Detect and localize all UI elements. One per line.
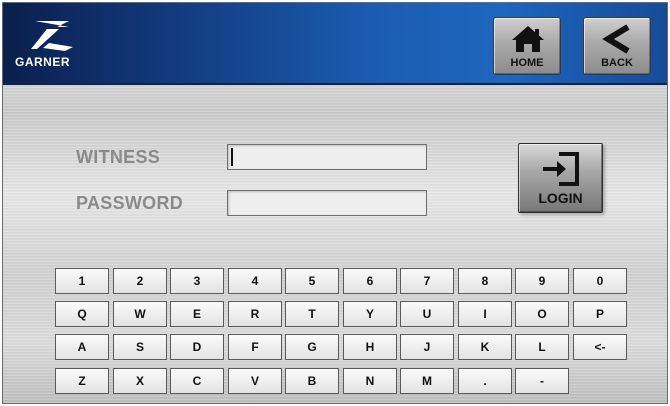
key-t[interactable]: T [285,301,339,327]
password-field[interactable] [227,190,427,216]
key-dash[interactable]: - [515,368,569,394]
chevron-left-icon [584,24,650,54]
key-v[interactable]: V [228,368,282,394]
key-w[interactable]: W [113,301,167,327]
key-o[interactable]: O [515,301,569,327]
login-label: LOGIN [538,190,583,206]
key-7[interactable]: 7 [400,268,454,294]
key-period[interactable]: . [458,368,512,394]
password-label: PASSWORD [76,193,184,213]
key-l[interactable]: L [515,334,569,360]
key-s[interactable]: S [113,334,167,360]
key-r[interactable]: R [228,301,282,327]
key-i[interactable]: I [458,301,512,327]
key-5[interactable]: 5 [285,268,339,294]
key-6[interactable]: 6 [343,268,397,294]
home-label: HOME [510,57,544,69]
key-9[interactable]: 9 [515,268,569,294]
key-d[interactable]: D [170,334,224,360]
witness-label: WITNESS [76,147,161,167]
key-backspace[interactable]: <- [573,334,627,360]
home-icon [494,24,560,54]
key-g[interactable]: G [285,334,339,360]
back-label: BACK [601,57,633,69]
witness-field[interactable] [227,144,427,170]
key-q[interactable]: Q [55,301,109,327]
key-8[interactable]: 8 [458,268,512,294]
brand-name: GARNER [15,55,71,69]
key-x[interactable]: X [113,368,167,394]
key-k[interactable]: K [458,334,512,360]
home-button[interactable]: HOME [493,17,561,75]
key-n[interactable]: N [343,368,397,394]
key-e[interactable]: E [170,301,224,327]
key-u[interactable]: U [400,301,454,327]
key-f[interactable]: F [228,334,282,360]
key-a[interactable]: A [55,334,109,360]
login-button[interactable]: LOGIN [518,143,603,213]
key-3[interactable]: 3 [170,268,224,294]
app-window: GARNER HOME BACK WITNESS PASSWORD LOGIN … [2,2,668,404]
key-0[interactable]: 0 [573,268,627,294]
text-cursor [231,148,233,166]
key-b[interactable]: B [285,368,339,394]
garner-logo-mark [31,21,73,51]
key-4[interactable]: 4 [228,268,282,294]
key-y[interactable]: Y [343,301,397,327]
key-h[interactable]: H [343,334,397,360]
key-p[interactable]: P [573,301,627,327]
key-m[interactable]: M [400,368,454,394]
garner-logo: GARNER [15,17,105,73]
login-icon [519,150,602,188]
key-c[interactable]: C [170,368,224,394]
key-z[interactable]: Z [55,368,109,394]
key-1[interactable]: 1 [55,268,109,294]
header-bar: GARNER HOME BACK [3,3,667,85]
key-2[interactable]: 2 [113,268,167,294]
key-j[interactable]: J [400,334,454,360]
back-button[interactable]: BACK [583,17,651,75]
